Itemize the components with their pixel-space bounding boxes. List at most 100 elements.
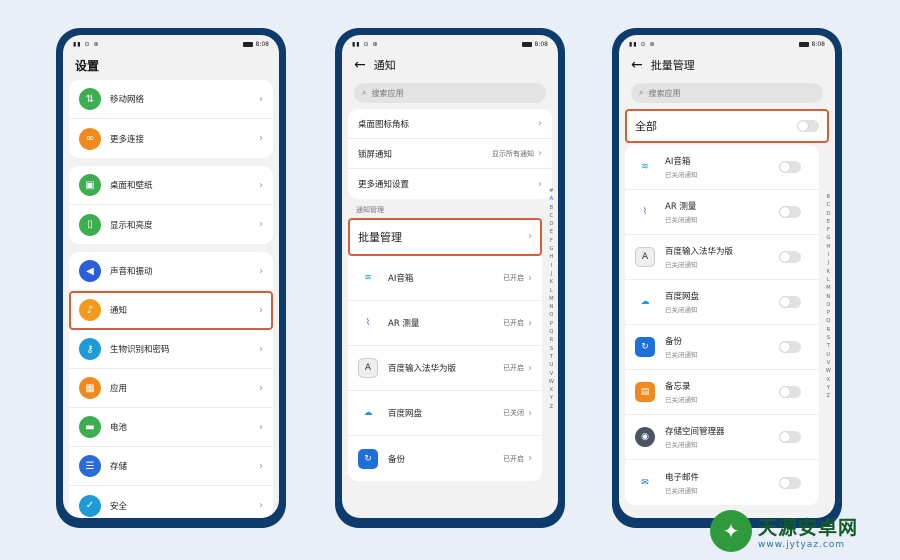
chevron-right-icon: ›	[259, 460, 263, 472]
settings-item-display[interactable]: ▯ 显示和亮度 ›	[69, 205, 273, 244]
index-letter[interactable]: X	[826, 376, 831, 384]
settings-item-sound[interactable]: ◀ 声音和振动 ›	[69, 252, 273, 291]
index-letter[interactable]: U	[826, 351, 831, 359]
all-toggle-switch[interactable]	[797, 120, 819, 132]
app-row[interactable]: ≋ AI音箱 已开启 ›	[348, 256, 542, 301]
index-letter[interactable]: S	[549, 345, 554, 353]
index-letter[interactable]: R	[549, 336, 554, 344]
all-toggle-row[interactable]: 全部	[625, 109, 829, 143]
index-letter[interactable]: C	[549, 212, 554, 220]
settings-item-label: 应用	[110, 384, 128, 394]
index-letter[interactable]: L	[549, 287, 554, 295]
app-status: 已开启	[503, 454, 524, 463]
index-letter[interactable]: M	[826, 284, 831, 292]
index-letter[interactable]: O	[549, 311, 554, 319]
index-letter[interactable]: W	[549, 378, 554, 386]
index-letter[interactable]: H	[549, 253, 554, 261]
settings-item-more-connections[interactable]: ∞ 更多连接 ›	[69, 119, 273, 158]
settings-item-label: 更多连接	[110, 134, 145, 145]
app-toggle-switch[interactable]	[779, 386, 801, 398]
index-letter[interactable]: B	[549, 204, 554, 212]
index-letter[interactable]: D	[549, 220, 554, 228]
index-letter[interactable]: E	[826, 218, 831, 226]
settings-item-storage[interactable]: ☰ 存储 ›	[69, 447, 273, 486]
index-letter[interactable]: I	[826, 251, 831, 259]
app-toggle-switch[interactable]	[779, 341, 801, 353]
app-toggle-switch[interactable]	[779, 476, 801, 489]
row-badge[interactable]: 桌面图标角标 ›	[348, 109, 552, 139]
row-more-settings[interactable]: 更多通知设置 ›	[348, 169, 552, 199]
settings-item-mobile-network[interactable]: ⇅ 移动网络 ›	[69, 80, 273, 119]
app-toggle-switch[interactable]	[779, 296, 801, 308]
app-row[interactable]: ☁ 百度网盘 已关闭 ›	[348, 391, 542, 436]
index-letter[interactable]: U	[549, 361, 554, 369]
index-letter[interactable]: I	[549, 262, 554, 270]
index-letter[interactable]: K	[549, 278, 554, 286]
settings-item-security[interactable]: ✓ 安全 ›	[69, 486, 273, 518]
app-name: 备份	[388, 454, 406, 465]
app-row: ◉ 存储空间管理器 已关闭通知	[625, 415, 819, 460]
page-title: 设置	[75, 59, 100, 73]
index-letter[interactable]: X	[549, 386, 554, 394]
index-letter[interactable]: P	[549, 320, 554, 328]
app-name: 百度输入法华为版	[665, 247, 734, 257]
index-letter[interactable]: L	[826, 276, 831, 284]
index-letter[interactable]: D	[826, 210, 831, 218]
app-row[interactable]: ⌇ AR 测量 已开启 ›	[348, 301, 542, 346]
index-letter[interactable]: O	[826, 301, 831, 309]
index-letter[interactable]: M	[549, 295, 554, 303]
alphabet-index[interactable]: # A B C D E F G H I J K L M N O P Q R S T U V W X Y Z	[549, 187, 554, 411]
index-letter[interactable]: G	[826, 234, 831, 242]
shield-icon: ✓	[79, 494, 101, 517]
index-letter[interactable]: V	[826, 359, 831, 367]
index-letter[interactable]: T	[826, 342, 831, 350]
index-letter[interactable]: #	[549, 187, 554, 195]
index-letter[interactable]: R	[826, 326, 831, 334]
index-letter[interactable]: S	[826, 334, 831, 342]
settings-item-notifications[interactable]: ♪ 通知 ›	[69, 291, 273, 330]
settings-item-wallpaper[interactable]: ▣ 桌面和壁纸 ›	[69, 166, 273, 205]
index-letter[interactable]: V	[549, 370, 554, 378]
app-name: 百度输入法华为版	[388, 364, 457, 374]
settings-item-apps[interactable]: ▦ 应用 ›	[69, 369, 273, 408]
index-letter[interactable]: Y	[549, 394, 554, 402]
app-row[interactable]: A 百度输入法华为版 已开启 ›	[348, 346, 542, 391]
index-letter[interactable]: A	[549, 195, 554, 203]
index-letter[interactable]: C	[826, 201, 831, 209]
index-letter[interactable]: G	[549, 245, 554, 253]
settings-item-biometrics[interactable]: ⚷ 生物识别和密码 ›	[69, 330, 273, 369]
index-letter[interactable]: Z	[826, 392, 831, 400]
back-arrow-icon[interactable]: ←	[354, 58, 366, 72]
index-letter[interactable]: N	[826, 293, 831, 301]
settings-item-label: 通知	[110, 306, 128, 316]
index-letter[interactable]: N	[549, 303, 554, 311]
index-letter[interactable]: J	[826, 259, 831, 267]
index-letter[interactable]: B	[826, 193, 831, 201]
index-letter[interactable]: K	[826, 268, 831, 276]
settings-item-battery[interactable]: ▬ 电池 ›	[69, 408, 273, 447]
ruler-icon: ⌇	[642, 207, 648, 217]
index-letter[interactable]: Y	[826, 384, 831, 392]
index-letter[interactable]: T	[549, 353, 554, 361]
app-toggle-switch[interactable]	[779, 206, 801, 218]
index-letter[interactable]: F	[826, 226, 831, 234]
row-lockscreen[interactable]: 锁屏通知 显示所有通知 ›	[348, 139, 552, 169]
index-letter[interactable]: F	[549, 237, 554, 245]
index-letter[interactable]: Q	[826, 317, 831, 325]
batch-manage-row[interactable]: 批量管理 ›	[348, 218, 542, 256]
app-toggle-switch[interactable]	[779, 431, 801, 443]
app-toggle-switch[interactable]	[779, 161, 801, 173]
index-letter[interactable]: J	[549, 270, 554, 278]
index-letter[interactable]: P	[826, 309, 831, 317]
back-arrow-icon[interactable]: ←	[631, 58, 643, 72]
index-letter[interactable]: Z	[549, 403, 554, 411]
index-letter[interactable]: E	[549, 228, 554, 236]
index-letter[interactable]: H	[826, 243, 831, 251]
index-letter[interactable]: W	[826, 367, 831, 375]
app-row[interactable]: ↻ 备份 已开启 ›	[348, 436, 542, 481]
search-input[interactable]: ⌕ 搜索应用	[631, 83, 823, 103]
alphabet-index[interactable]: BCDEFGHIJKLMNOPQRSTUVWXYZ	[826, 193, 831, 400]
app-toggle-switch[interactable]	[779, 251, 801, 263]
search-input[interactable]: ⌕ 搜索应用	[354, 83, 546, 103]
index-letter[interactable]: Q	[549, 328, 554, 336]
